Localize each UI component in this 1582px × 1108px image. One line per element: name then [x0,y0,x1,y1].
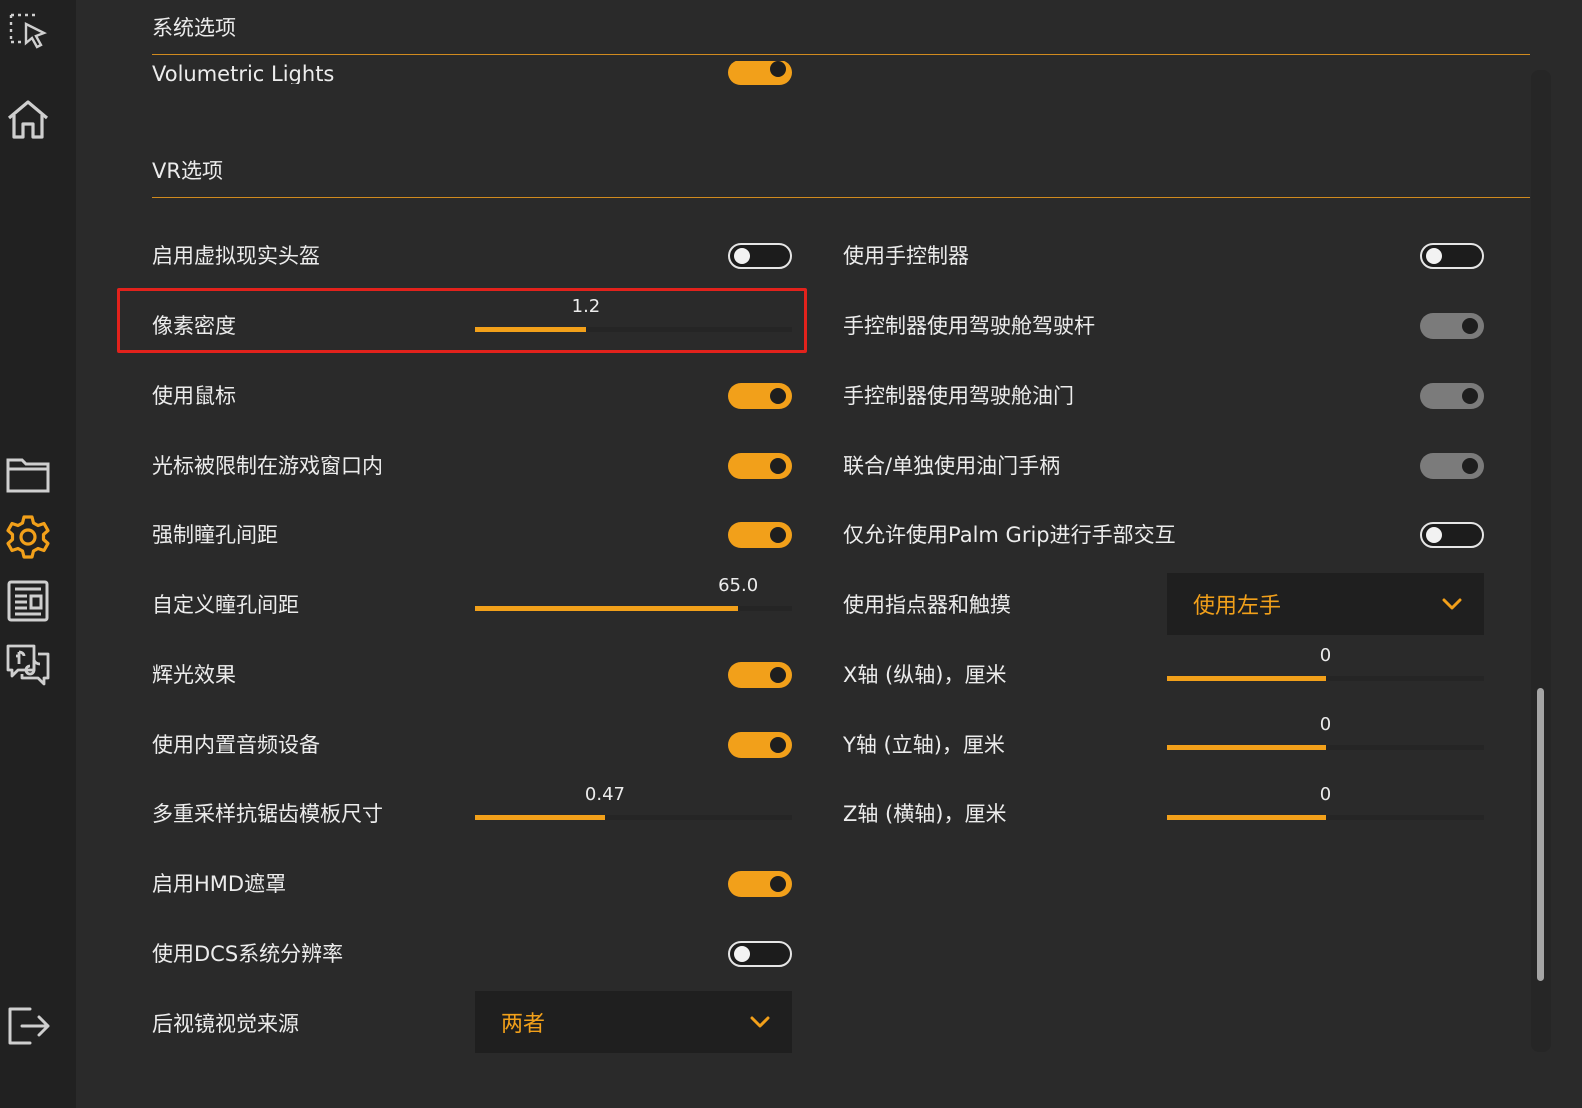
row-label-hand-controllers: 使用手控制器 [843,244,969,268]
row-label-x-axis: X轴 (纵轴)，厘米 [843,663,1007,687]
toggle-cockpit-throttle[interactable] [1420,383,1484,409]
dropdown-value: 两者 [501,1012,546,1037]
row-label-throttle-combined: 联合/单独使用油门手柄 [843,454,1061,478]
slider-msaa-mask[interactable]: 0.47 [475,784,792,820]
slider-value: 65.0 [718,575,759,596]
toggle-knob [1462,388,1478,404]
scrollbar-thumb[interactable] [1537,688,1544,981]
toggle-bloom[interactable] [728,662,792,688]
slider-y-axis[interactable]: 0 [1167,714,1484,750]
toggle-force-ipd[interactable] [728,522,792,548]
social-icon[interactable] [4,640,52,688]
home-icon[interactable] [4,96,52,144]
toggle-cockpit-stick[interactable] [1420,313,1484,339]
section-title-system: 系统选项 [152,16,236,40]
slider-value: 0 [1319,784,1332,805]
toggle-knob [1462,458,1478,474]
row-label-cockpit-throttle: 手控制器使用驾驶舱油门 [843,384,1074,408]
row-label-pixel-density: 像素密度 [152,314,236,338]
toggle-knob [770,458,786,474]
toggle-knob [770,527,786,543]
row-label-cockpit-stick: 手控制器使用驾驶舱驾驶杆 [843,314,1095,338]
slider-fill [475,815,605,820]
toggle-dcs-resolution[interactable] [728,941,792,967]
section-divider-vr [152,197,1530,198]
slider-fill [1167,815,1326,820]
slider-value: 0.47 [584,784,626,805]
row-label-mirror-source: 后视镜视觉来源 [152,1012,299,1036]
chevron-down-icon [1442,598,1462,610]
dropdown-pointer-touch[interactable]: 使用左手 [1167,573,1484,635]
toggle-knob [734,248,750,264]
toggle-volumetric-lights[interactable] [728,60,792,85]
dropdown-value: 使用左手 [1193,594,1282,619]
slider-value: 0 [1319,714,1332,735]
row-label-pointer-touch: 使用指点器和触摸 [843,593,1011,617]
row-label-dcs-resolution: 使用DCS系统分辨率 [152,942,344,966]
toggle-hand-controllers[interactable] [1420,243,1484,269]
slider-value: 0 [1319,645,1332,666]
toggle-knob [770,737,786,753]
toggle-cursor-confined[interactable] [728,453,792,479]
row-label-volumetric-lights: Volumetric Lights [152,62,335,84]
slider-fill [475,606,739,611]
select-cursor-icon[interactable] [4,6,52,54]
logout-icon[interactable] [4,1002,52,1050]
slider-custom-ipd[interactable]: 65.0 [475,575,792,611]
toggle-enable-headset[interactable] [728,243,792,269]
toggle-knob [1462,318,1478,334]
scroll-mask [76,55,1531,61]
toggle-knob [734,946,750,962]
slider-fill [475,327,586,332]
section-title-vr: VR选项 [152,159,223,183]
slider-fill [1167,676,1326,681]
slider-fill [1167,745,1326,750]
row-label-enable-headset: 启用虚拟现实头盔 [152,244,320,268]
slider-pixel-density[interactable]: 1.2 [475,296,792,332]
row-label-z-axis: Z轴 (横轴)，厘米 [843,802,1007,826]
toggle-hmd-mask[interactable] [728,871,792,897]
toggle-use-mouse[interactable] [728,383,792,409]
row-label-custom-ipd: 自定义瞳孔间距 [152,593,299,617]
slider-value: 1.2 [571,296,601,317]
toggle-knob [770,876,786,892]
toggle-throttle-combined[interactable] [1420,453,1484,479]
toggle-knob [770,388,786,404]
row-label-msaa-mask: 多重采样抗锯齿模板尺寸 [152,802,383,826]
row-label-force-ipd: 强制瞳孔间距 [152,523,278,547]
row-label-palm-grip: 仅允许使用Palm Grip进行手部交互 [843,523,1176,547]
toggle-knob [1426,248,1442,264]
gear-icon[interactable] [4,513,52,561]
row-label-use-mouse: 使用鼠标 [152,384,236,408]
row-label-y-axis: Y轴 (立轴)，厘米 [843,733,1005,757]
row-label-cursor-confined: 光标被限制在游戏窗口内 [152,454,383,478]
row-label-builtin-audio: 使用内置音频设备 [152,733,320,757]
sidebar [0,0,76,1108]
toggle-builtin-audio[interactable] [728,732,792,758]
toggle-knob [770,60,786,77]
row-label-bloom: 辉光效果 [152,663,236,687]
folder-icon[interactable] [4,450,52,498]
slider-z-axis[interactable]: 0 [1167,784,1484,820]
dropdown-mirror-source[interactable]: 两者 [475,991,792,1053]
toggle-palm-grip[interactable] [1420,522,1484,548]
news-icon[interactable] [4,577,52,625]
toggle-knob [1426,527,1442,543]
toggle-knob [770,667,786,683]
chevron-down-icon [750,1016,770,1028]
slider-x-axis[interactable]: 0 [1167,645,1484,681]
row-label-hmd-mask: 启用HMD遮罩 [152,872,287,896]
